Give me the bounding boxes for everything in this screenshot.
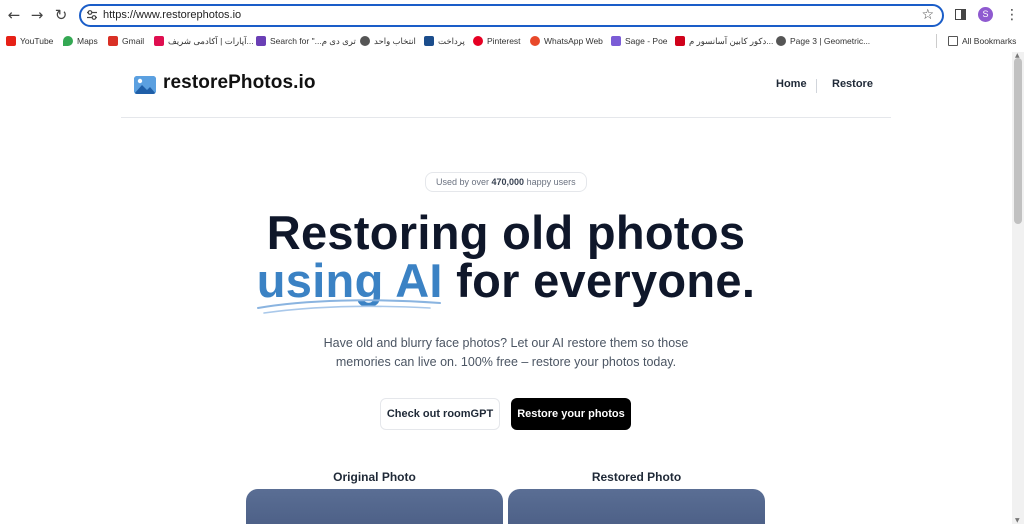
bookmark-label: YouTube (20, 36, 54, 46)
aparat-icon (154, 36, 164, 46)
bookmark-label: Page 3 | Geometric... (790, 36, 871, 46)
hero-heading-rest: for everyone. (442, 254, 756, 307)
bookmark-geometric[interactable]: Page 3 | Geometric... (776, 34, 870, 48)
globe-icon (776, 36, 786, 46)
address-bar[interactable]: https://www.restorephotos.io ☆ (79, 4, 944, 27)
badge-prefix: Used by over (436, 177, 492, 187)
restored-photo-image (508, 489, 765, 524)
usage-badge: Used by over 470,000 happy users (425, 172, 587, 192)
bookmark-label: Pinterest (487, 36, 521, 46)
bookmark-label: Gmail (122, 36, 145, 46)
bookmark-decor[interactable]: دکور کابین آسانسور م... (675, 34, 773, 48)
back-arrow-icon[interactable]: ← (5, 6, 23, 24)
forward-arrow-icon[interactable]: → (28, 6, 46, 24)
globe-icon (360, 36, 370, 46)
gmail-icon (108, 36, 118, 46)
hero-heading-line1: Restoring old photos (266, 206, 746, 259)
logo-image-icon[interactable] (134, 76, 156, 94)
url-text[interactable]: https://www.restorephotos.io (103, 7, 241, 24)
page-scrollbar[interactable]: ▲ ▼ (1012, 52, 1024, 524)
bookmark-label: Maps (77, 36, 98, 46)
hero-subtitle-line2: memories can live on. 100% free – restor… (335, 355, 677, 369)
restore-your-photos-button[interactable]: Restore your photos (511, 398, 631, 430)
side-panel-icon[interactable] (955, 9, 966, 20)
all-bookmarks-label: All Bookmarks (962, 36, 1017, 46)
bookmark-label: WhatsApp Web (544, 36, 603, 46)
site-header: restorePhotos.io Home Restore (121, 52, 891, 118)
original-photo-label: Original Photo (333, 470, 416, 484)
bookmark-label: آپارات | آکادمی شریف... (168, 35, 254, 46)
original-photo-image (246, 489, 503, 524)
site-logo-text[interactable]: restorePhotos.io (163, 72, 316, 94)
bookmark-aparat[interactable]: آپارات | آکادمی شریف... (154, 34, 254, 48)
all-bookmarks[interactable]: All Bookmarks (948, 34, 1016, 48)
pinterest-icon (473, 36, 483, 46)
bookmark-star-icon[interactable]: ☆ (921, 6, 934, 25)
badge-count: 470,000 (491, 177, 525, 187)
bookmark-label: انتخاب واحد (374, 35, 416, 46)
bookmark-label: دکور کابین آسانسور م... (689, 35, 774, 46)
menu-kebab-icon[interactable]: ⋮ (1005, 6, 1019, 24)
restored-photo-label: Restored Photo (591, 470, 682, 484)
underline-swash-icon (257, 299, 441, 314)
folder-icon (948, 36, 958, 46)
search-for-icon (256, 36, 266, 46)
poe-icon (611, 36, 621, 46)
whatsapp-icon (530, 36, 540, 46)
bookmark-sage-poe[interactable]: Sage - Poe (611, 34, 668, 48)
bookmark-pinterest[interactable]: Pinterest (473, 34, 521, 48)
profile-avatar[interactable]: S (978, 7, 993, 22)
bookmarks-divider (936, 34, 937, 48)
check-out-roomgpt-button[interactable]: Check out roomGPT (380, 398, 500, 430)
maps-icon (63, 36, 73, 46)
bookmarks-bar: YouTube Maps Gmail آپارات | آکادمی شریف.… (0, 31, 1024, 51)
site-settings-icon[interactable] (86, 9, 98, 21)
bookmark-gmail[interactable]: Gmail (108, 34, 144, 48)
bookmark-label: Search for "...تری دی م (270, 35, 356, 46)
bookmark-whatsapp-web[interactable]: WhatsApp Web (530, 34, 603, 48)
bookmark-label: Sage - Poe (625, 36, 668, 46)
scrollbar-thumb[interactable] (1014, 58, 1022, 224)
bookmark-youtube[interactable]: YouTube (6, 34, 53, 48)
nav-home-link[interactable]: Home (776, 78, 807, 90)
bookmark-label: پرداخت (438, 35, 465, 46)
bookmark-maps[interactable]: Maps (63, 34, 98, 48)
university-icon (424, 36, 434, 46)
reload-icon[interactable]: ↻ (52, 6, 70, 24)
nav-restore-link[interactable]: Restore (832, 78, 873, 90)
bookmark-search-for[interactable]: Search for "...تری دی م (256, 34, 356, 48)
bookmark-entekhab-vahed[interactable]: انتخاب واحد (360, 34, 416, 48)
scroll-down-arrow-icon[interactable]: ▼ (1015, 517, 1020, 524)
web-page: restorePhotos.io Home Restore Used by ov… (0, 52, 1012, 524)
browser-toolbar: ← → ↻ https://www.restorephotos.io ☆ S ⋮ (0, 0, 1024, 30)
nav-divider (816, 79, 817, 93)
badge-suffix: happy users (524, 177, 576, 187)
hero-heading-line2: using AI for everyone. (0, 253, 1012, 308)
hero-subtitle-line1: Have old and blurry face photos? Let our… (323, 336, 689, 350)
decor-icon (675, 36, 685, 46)
youtube-icon (6, 36, 16, 46)
bookmark-pardakht[interactable]: پرداخت (424, 34, 465, 48)
